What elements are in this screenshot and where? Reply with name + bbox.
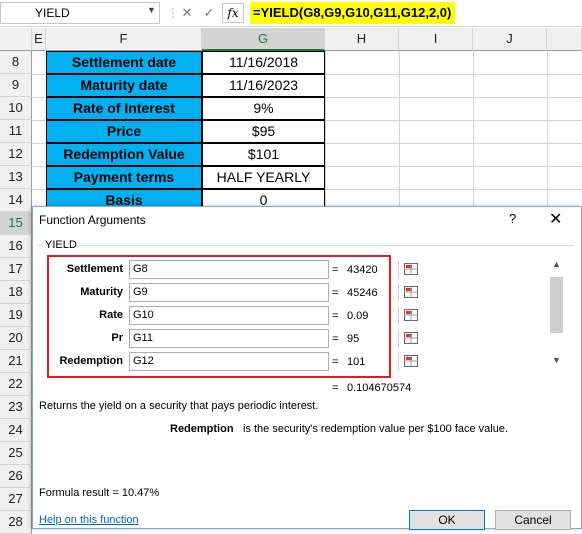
arg-label-pr: Pr [111,332,123,344]
formula-input[interactable]: =YIELD(G8,G9,G10,G11,G12,2,0) [250,2,456,24]
label-cell[interactable]: Rate of Interest [46,97,202,120]
arg-value-pr: 95 [347,333,360,345]
label-cell[interactable]: Maturity date [46,74,202,97]
argument-description-name: Redemption [170,423,234,435]
arg-value-rate: 0.09 [347,310,369,322]
row-header[interactable]: 13 [0,166,32,189]
close-icon[interactable]: ✕ [549,209,562,229]
argument-description-text: is the security's redemption value per $… [243,423,509,435]
value-cell[interactable]: 9% [202,97,325,120]
formula-result: Formula result = 10.47% [39,487,160,499]
equals-sign: = [332,356,339,368]
ok-button[interactable]: OK [409,510,485,530]
row-header[interactable]: 23 [0,396,32,419]
cancel-button[interactable]: Cancel [495,510,571,530]
row-header[interactable]: 15 [0,212,32,235]
equals-sign: = [332,287,339,299]
row-header[interactable]: 17 [0,258,32,281]
pr-input-text: G11 [133,332,153,344]
function-name-label: YIELD [43,239,79,251]
maturity-input[interactable]: G9 [129,283,418,302]
arg-label-settlement: Settlement [66,263,123,275]
arg-label-redemption: Redemption [59,355,123,367]
label-cell[interactable]: Redemption Value [46,143,202,166]
row-header[interactable]: 24 [0,419,32,442]
value-cell[interactable]: 11/16/2023 [202,74,325,97]
col-header-g[interactable]: G [202,28,325,51]
row-header[interactable]: 10 [0,97,32,120]
settlement-input-text: G8 [133,263,148,275]
row-header[interactable]: 12 [0,143,32,166]
equals-sign: = [332,333,339,345]
row-header[interactable]: 8 [0,51,32,74]
row-header[interactable]: 19 [0,304,32,327]
arg-value-settlement: 43420 [347,264,378,276]
enter-formula-icon[interactable]: ✓ [200,4,218,22]
col-header-e[interactable]: E [32,28,46,51]
range-picker-icon[interactable] [398,261,424,278]
col-header-f[interactable]: F [46,28,202,51]
range-picker-icon[interactable] [398,353,424,370]
row-header[interactable]: 14 [0,189,32,212]
pr-input[interactable]: G11 [129,329,418,348]
insert-function-button[interactable]: fx [222,3,244,23]
row-header[interactable]: 21 [0,350,32,373]
name-box-text: YIELD [35,6,70,20]
row-header[interactable]: 16 [0,235,32,258]
value-cell[interactable]: 11/16/2018 [202,51,325,74]
rate-input[interactable]: G10 [129,306,418,325]
arg-value-maturity: 45246 [347,287,378,299]
col-header-j[interactable]: J [473,28,547,51]
equals-sign: = [332,310,339,322]
arguments-scrollbar[interactable]: ▲ ▼ [548,259,565,370]
formula-bar: YIELD ▼ ⋮ ✕ ✓ fx =YIELD(G8,G9,G10,G11,G1… [0,0,582,27]
cancel-formula-icon[interactable]: ✕ [178,4,196,22]
select-all-corner[interactable] [0,28,32,51]
settlement-input[interactable]: G8 [129,260,418,279]
arg-label-rate: Rate [99,309,123,321]
row-header[interactable]: 27 [0,488,32,511]
label-cell[interactable]: Price [46,120,202,143]
name-box[interactable]: YIELD [0,2,160,24]
maturity-input-text: G9 [133,286,148,298]
redemption-input[interactable]: G12 [129,352,418,371]
value-cell[interactable]: $95 [202,120,325,143]
rate-input-text: G10 [133,309,154,321]
row-header[interactable]: 26 [0,465,32,488]
scroll-thumb[interactable] [550,277,563,333]
row-header[interactable]: 18 [0,281,32,304]
function-description: Returns the yield on a security that pay… [39,400,319,412]
scroll-down-icon[interactable]: ▼ [552,355,561,365]
function-arguments-dialog: Function Arguments ? ✕ YIELD Settlement … [32,206,582,530]
label-cell[interactable]: Payment terms [46,166,202,189]
row-header[interactable]: 20 [0,327,32,350]
value-cell[interactable]: $101 [202,143,325,166]
col-header-k[interactable] [547,28,582,51]
dialog-title: Function Arguments [39,213,146,227]
name-box-dropdown-icon[interactable]: ▼ [147,5,156,15]
help-icon[interactable]: ? [509,211,516,226]
range-picker-icon[interactable] [398,330,424,347]
range-picker-icon[interactable] [398,307,424,324]
row-header[interactable]: 9 [0,74,32,97]
row-header[interactable]: 11 [0,120,32,143]
arg-value-redemption: 101 [347,356,366,368]
col-header-h[interactable]: H [325,28,399,51]
col-header-i[interactable]: I [399,28,473,51]
row-header[interactable]: 28 [0,511,32,534]
value-cell[interactable]: HALF YEARLY [202,166,325,189]
range-picker-icon[interactable] [398,284,424,301]
row-header[interactable]: 22 [0,373,32,396]
arg-label-maturity: Maturity [80,286,123,298]
function-result-value: 0.104670574 [347,382,412,394]
equals-sign: = [332,382,339,394]
equals-sign: = [332,264,339,276]
scroll-up-icon[interactable]: ▲ [552,259,561,269]
label-cell[interactable]: Settlement date [46,51,202,74]
help-on-function-link[interactable]: Help on this function [39,514,139,526]
row-header[interactable]: 25 [0,442,32,465]
redemption-input-text: G12 [133,355,154,367]
